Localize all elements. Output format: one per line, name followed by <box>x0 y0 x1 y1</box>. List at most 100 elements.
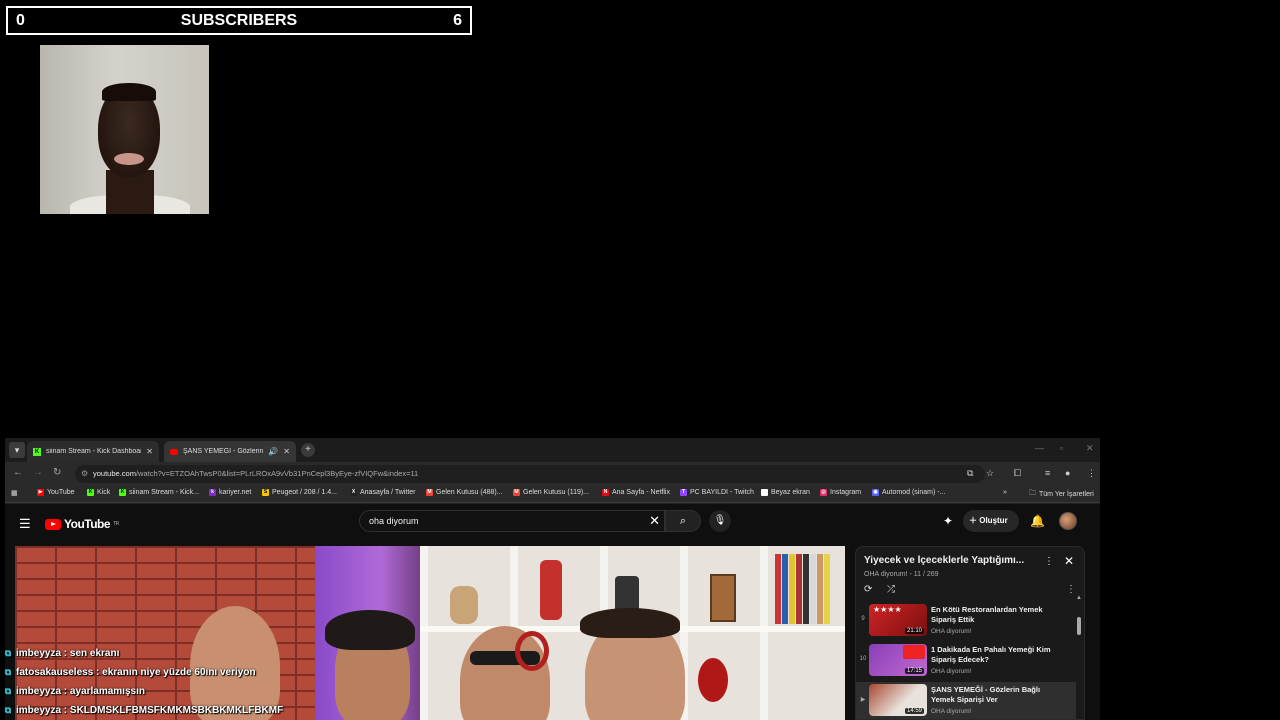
playlist-item-current[interactable]: ▶ 14:59 ŞANS YEMEĞİ - Gözlerin Bağlı Yem… <box>856 682 1076 719</box>
close-tab-icon[interactable]: ✕ <box>146 447 153 456</box>
bookmark-item[interactable]: X Anasayfa / Twitter <box>350 489 416 496</box>
channel-name: OHA diyorum! <box>931 628 972 635</box>
bookmark-item[interactable]: K Kick <box>87 489 110 496</box>
bookmark-favicon-icon: K <box>87 489 94 496</box>
bookmark-item[interactable]: ◎ Instagram <box>820 489 861 496</box>
bookmark-label: Instagram <box>830 489 862 496</box>
forward-icon[interactable]: → <box>33 467 43 478</box>
close-tab-icon[interactable]: ✕ <box>283 447 290 456</box>
video-duration: 17:15 <box>904 668 924 674</box>
maximize-icon[interactable]: ▫ <box>1060 443 1063 453</box>
tab-title: ŞANS YEMEĞİ - Gözlerin Bağlı <box>183 448 264 455</box>
bookmark-label: Beyaz ekran <box>771 489 810 496</box>
create-button[interactable]: ＋ Oluştur <box>963 510 1019 532</box>
bookmark-favicon-icon: ◉ <box>872 489 879 496</box>
chat-overlay: ⧉ imbeyyza : sen ekranı ⧉ fatosakauseless … <box>0 644 700 720</box>
chat-text: imbeyyza : ayarlamamışsın <box>16 686 145 697</box>
notifications-icon[interactable]: 🔔 <box>1030 514 1045 528</box>
search-button[interactable]: ⌕ <box>665 510 701 532</box>
close-icon[interactable]: ✕ <box>1064 554 1074 568</box>
playlist-menu-icon[interactable]: ⋮ <box>1066 584 1076 595</box>
loop-icon[interactable]: ⟳ <box>864 584 872 595</box>
subscriber-goal-bar: 0 SUBSCRIBERS 6 <box>6 6 472 35</box>
bookmark-favicon-icon: ◎ <box>820 489 827 496</box>
bookmark-favicon-icon: M <box>426 489 433 496</box>
youtube-logo[interactable]: YouTube TR <box>45 517 119 531</box>
close-window-icon[interactable]: ✕ <box>1086 443 1094 454</box>
voice-search-icon[interactable]: 🎙 <box>709 510 731 532</box>
clear-search-icon[interactable]: ✕ <box>649 511 660 531</box>
bookmark-item[interactable]: Ksiinam Stream - Kick... <box>119 489 199 496</box>
scroll-up-icon[interactable]: ▲ <box>1076 595 1082 601</box>
reload-icon[interactable]: ↻ <box>53 467 61 478</box>
playlist-item[interactable]: 9 ★★★★ 21:10 En Kötü Restoranlardan Yeme… <box>856 602 1076 640</box>
youtube-play-icon <box>45 518 61 530</box>
bookmark-item[interactable]: S Peugeot / 208 / 1.4... <box>262 489 337 496</box>
webcam-feed <box>40 45 209 214</box>
bookmark-item[interactable]: ◉ Automod (sinam) -... <box>872 489 945 496</box>
tab-title: siinam Stream - Kick Dashboard <box>46 448 142 455</box>
channel-name: OHA diyorum! <box>931 668 972 675</box>
playlist-scrollbar[interactable]: ▲ <box>1076 595 1082 715</box>
shuffle-icon[interactable]: ⤮ <box>887 584 895 595</box>
bookmark-favicon-icon: k <box>209 489 216 496</box>
speaker-icon[interactable]: 🔊 <box>268 447 278 456</box>
bookmark-item[interactable]: ▶ YouTube <box>37 489 75 496</box>
bookmark-label: Gelen Kutusu (488)... <box>436 489 503 496</box>
apps-icon[interactable]: ▦ <box>11 489 18 497</box>
avatar[interactable] <box>1059 512 1077 530</box>
playlist-panel: Yiyecek ve İçeceklerle Yaptığımı... OHA … <box>855 546 1085 720</box>
bookmark-item[interactable]: M Gelen Kutusu (119)... <box>513 489 589 496</box>
url-path: /watch?v=ETZOAhTwsP0&list=PLrLROxA9vVb31… <box>135 469 419 478</box>
more-bookmarks-icon[interactable]: » <box>1003 489 1007 496</box>
tab-search-icon[interactable]: ▾ <box>9 442 25 458</box>
sparkle-icon[interactable]: ✦ <box>943 514 953 528</box>
bookmark-item[interactable]: N Ana Sayfa - Netflix <box>602 489 670 496</box>
chat-message: ⧉ imbeyyza : SKLDMSKLFBMSFKMKMSBKBKMKLFBK… <box>0 701 700 720</box>
new-tab-button[interactable]: + <box>301 443 315 457</box>
tab-kick-dashboard[interactable]: K siinam Stream - Kick Dashboard ✕ <box>27 441 159 462</box>
bookmark-favicon-icon: X <box>350 489 357 496</box>
more-options-icon[interactable]: ⋮ <box>1044 556 1054 567</box>
bookmark-item[interactable]: T PC BAYILDI - Twitch <box>680 489 754 496</box>
bookmark-favicon-icon: K <box>119 489 126 496</box>
bookmark-item[interactable]: M Gelen Kutusu (488)... <box>426 489 503 496</box>
playlist-item-index: 9 <box>861 616 865 622</box>
search-icon: ⌕ <box>679 515 687 527</box>
bookmark-label: Gelen Kutusu (119)... <box>523 489 590 496</box>
site-info-icon[interactable]: ⚙ <box>81 465 88 483</box>
extensions-icon[interactable]: ⧠ <box>1014 468 1021 479</box>
install-icon[interactable]: ⧉ <box>967 468 973 479</box>
browser-menu-icon[interactable]: ⋮ <box>1087 468 1096 479</box>
chat-message: ⧉ imbeyyza : sen ekranı <box>0 644 700 663</box>
address-bar[interactable]: ⚙ youtube.com/watch?v=ETZOAhTwsP0&list=PL… <box>75 465 985 483</box>
tab-youtube-video[interactable]: ŞANS YEMEĞİ - Gözlerin Bağlı 🔊 ✕ <box>164 441 296 462</box>
media-controls-icon[interactable]: ≡ <box>1045 468 1050 478</box>
chat-badge-icon: ⧉ <box>4 667 12 677</box>
bookmarks-bar: ▦ ▶ YouTube K Kick Ksiinam Stream - Kick... k… <box>5 486 1100 503</box>
search-input[interactable]: oha diyorum ✕ <box>359 510 665 532</box>
video-duration: 21:10 <box>904 628 924 634</box>
chat-message: ⧉ imbeyyza : ayarlamamışsın <box>0 682 700 701</box>
profile-icon[interactable]: ● <box>1065 468 1070 478</box>
bookmark-item[interactable]: k kariyer.net <box>209 489 251 496</box>
back-icon[interactable]: ← <box>13 467 23 478</box>
kick-icon: K <box>33 447 41 456</box>
bookmark-label: Kick <box>97 489 111 496</box>
youtube-header: ☰ YouTube TR oha diyorum ✕ ⌕ 🎙 ✦ ＋ Oluştu… <box>5 504 1100 544</box>
chat-text: fatosakauseless : ekranın niye yüzde 60ı… <box>16 667 256 678</box>
all-bookmarks[interactable]: 🗀 Tüm Yer İşaretleri <box>1029 489 1094 500</box>
minimize-icon[interactable]: — <box>1035 443 1044 453</box>
menu-icon[interactable]: ☰ <box>19 516 31 532</box>
bookmark-label: PC BAYILDI - Twitch <box>690 489 754 496</box>
playlist-item[interactable]: 10 17:15 1 Dakikada En Pahalı Yemeği Kim… <box>856 642 1076 680</box>
tab-strip: ▾ K siinam Stream - Kick Dashboard ✕ ŞAN… <box>5 438 1100 462</box>
playlist-title[interactable]: Yiyecek ve İçeceklerle Yaptığımı... <box>864 555 1039 566</box>
bookmark-label: siinam Stream - Kick... <box>129 489 200 496</box>
bookmark-favicon-icon: S <box>262 489 269 496</box>
video-title: En Kötü Restoranlardan Yemek Sipariş Ett… <box>931 605 1043 624</box>
bookmark-item[interactable]: Beyaz ekran <box>761 489 810 496</box>
bookmark-star-icon[interactable]: ☆ <box>986 468 994 479</box>
all-bookmarks-label: Tüm Yer İşaretleri <box>1039 491 1094 498</box>
bookmark-favicon-icon: M <box>513 489 520 496</box>
